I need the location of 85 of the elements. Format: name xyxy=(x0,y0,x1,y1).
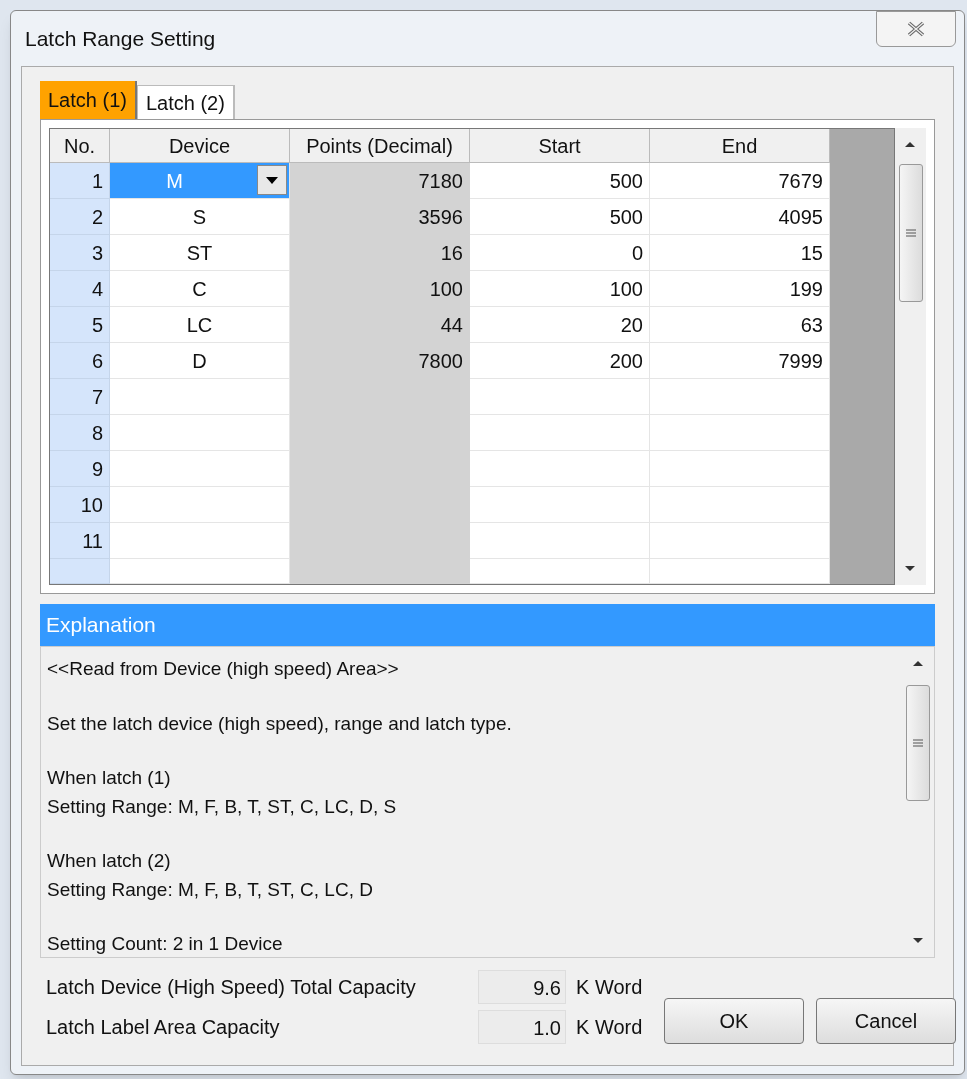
points-cell: 3596 xyxy=(290,199,470,235)
end-cell[interactable] xyxy=(650,559,830,584)
explanation-text: Set the latch device (high speed), range and latch type. xyxy=(47,711,513,736)
row-number: 5 xyxy=(50,307,110,343)
table-cell[interactable] xyxy=(110,415,290,451)
explanation-text: Setting Range: M, F, B, T, ST, C, LC, D, S xyxy=(47,794,398,819)
scrollbar[interactable] xyxy=(894,128,926,585)
unit-label: K Word xyxy=(576,1015,644,1040)
grip-icon xyxy=(905,229,916,237)
start-cell[interactable]: 100 xyxy=(470,271,650,307)
dialog-button[interactable]: Cancel xyxy=(816,998,956,1044)
end-cell[interactable] xyxy=(650,379,830,415)
start-cell[interactable] xyxy=(470,487,650,523)
end-cell[interactable] xyxy=(650,487,830,523)
table-cell[interactable]: C xyxy=(110,271,290,307)
start-cell[interactable] xyxy=(470,415,650,451)
row-number: 9 xyxy=(50,451,110,487)
start-cell[interactable]: 500 xyxy=(470,163,650,199)
capacity-field: 1.0 xyxy=(478,1010,566,1044)
row-number: 7 xyxy=(50,379,110,415)
explanation-text: When latch (2) xyxy=(47,849,172,873)
table-cell[interactable] xyxy=(110,487,290,523)
points-cell: 44 xyxy=(290,307,470,343)
points-cell: 16 xyxy=(290,235,470,271)
scroll-up-icon[interactable] xyxy=(904,140,917,148)
scroll-thumb[interactable] xyxy=(906,685,930,801)
tab[interactable]: Latch (1) xyxy=(40,81,137,119)
points-cell: 7800 xyxy=(290,343,470,379)
start-cell[interactable] xyxy=(470,379,650,415)
close-icon xyxy=(906,21,926,37)
start-cell[interactable]: 0 xyxy=(470,235,650,271)
table-cell[interactable] xyxy=(110,451,290,487)
end-cell[interactable] xyxy=(650,451,830,487)
scroll-up-icon[interactable] xyxy=(912,659,924,667)
table-cell[interactable]: ST xyxy=(110,235,290,271)
capacity-field: 9.6 xyxy=(478,970,566,1004)
tab[interactable]: Latch (2) xyxy=(136,85,235,119)
explanation-header: Explanation xyxy=(40,604,935,646)
end-cell[interactable]: 199 xyxy=(650,271,830,307)
close-button[interactable] xyxy=(876,11,956,47)
points-cell: 7180 xyxy=(290,163,470,199)
table-cell[interactable]: LC xyxy=(110,307,290,343)
explanation-text: Setting Count: 2 in 1 Device xyxy=(47,932,284,956)
start-cell[interactable]: 20 xyxy=(470,307,650,343)
row-number: 6 xyxy=(50,343,110,379)
end-cell[interactable]: 7679 xyxy=(650,163,830,199)
table-cell[interactable] xyxy=(110,523,290,559)
grip-icon xyxy=(913,739,923,747)
end-cell[interactable]: 4095 xyxy=(650,199,830,235)
explanation-text: Setting Range: M, F, B, T, ST, C, LC, D xyxy=(47,877,374,902)
window-title: Latch Range Setting xyxy=(25,26,216,52)
row-number xyxy=(50,559,110,584)
end-cell[interactable] xyxy=(650,523,830,559)
row-number: 11 xyxy=(50,523,110,559)
explanation-text: <<Read from Device (high speed) Area>> xyxy=(47,657,400,681)
dialog-button[interactable]: OK xyxy=(664,998,804,1044)
unit-label: K Word xyxy=(576,975,644,1000)
scroll-down-icon[interactable] xyxy=(904,565,917,573)
table-cell[interactable]: S xyxy=(110,199,290,235)
scroll-down-icon[interactable] xyxy=(912,937,924,945)
start-cell[interactable] xyxy=(470,523,650,559)
row-number: 2 xyxy=(50,199,110,235)
start-cell[interactable] xyxy=(470,451,650,487)
points-cell: 100 xyxy=(290,271,470,307)
dropdown-button[interactable] xyxy=(257,165,287,195)
table-cell[interactable]: D xyxy=(110,343,290,379)
end-cell[interactable] xyxy=(650,415,830,451)
start-cell[interactable]: 200 xyxy=(470,343,650,379)
table-cell[interactable] xyxy=(110,379,290,415)
scroll-thumb[interactable] xyxy=(898,164,923,302)
explanation-text: When latch (1) xyxy=(47,766,172,790)
row-number: 1 xyxy=(50,163,110,199)
row-number: 3 xyxy=(50,235,110,271)
capacity-label: Latch Label Area Capacity xyxy=(46,1015,281,1040)
table-cell[interactable] xyxy=(110,559,290,584)
row-number: 4 xyxy=(50,271,110,307)
row-number: 10 xyxy=(50,487,110,523)
capacity-label: Latch Device (High Speed) Total Capacity xyxy=(46,975,417,1000)
start-cell[interactable] xyxy=(470,559,650,584)
end-cell[interactable]: 15 xyxy=(650,235,830,271)
end-cell[interactable]: 63 xyxy=(650,307,830,343)
row-number: 8 xyxy=(50,415,110,451)
caret-icon xyxy=(266,176,278,184)
end-cell[interactable]: 7999 xyxy=(650,343,830,379)
start-cell[interactable]: 500 xyxy=(470,199,650,235)
